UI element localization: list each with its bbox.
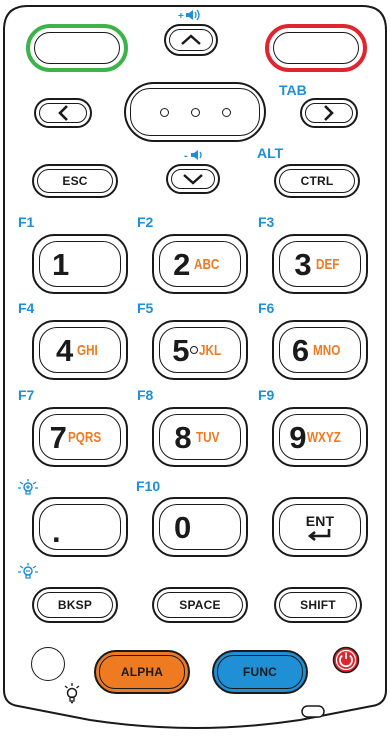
backlight-up-icon	[18, 479, 38, 495]
f5-label: F5	[137, 300, 154, 316]
f3-label: F3	[258, 214, 275, 230]
tab-label: TAB	[279, 82, 307, 98]
esc-label: ESC	[62, 174, 88, 188]
power-button[interactable]	[332, 646, 360, 674]
key-6-letters: MNO	[313, 341, 341, 359]
key-9-digit: 9	[289, 419, 307, 455]
shift-label: SHIFT	[300, 598, 336, 612]
key-1[interactable]: 1	[32, 234, 128, 294]
key-7-letters: PQRS	[67, 428, 102, 446]
lightbulb-icon	[64, 683, 80, 704]
chevron-left-icon	[58, 105, 68, 121]
key-4-letters: GHI	[77, 341, 99, 359]
esc-button[interactable]: ESC	[32, 164, 118, 198]
key-5[interactable]: 5 JKL	[152, 320, 248, 380]
ctrl-label: CTRL	[300, 174, 334, 188]
f4-label: F4	[18, 300, 35, 316]
space-label: SPACE	[179, 598, 221, 612]
func-label: FUNC	[242, 665, 278, 679]
keypad: + TAB ESC - ALT CTRL F1 F2 F3 F4 F5 F6 F…	[0, 0, 390, 740]
chevron-right-icon	[324, 105, 334, 121]
backspace-button[interactable]: BKSP	[32, 587, 118, 623]
key-6-digit: 6	[291, 332, 310, 368]
enter-label: ENT	[305, 513, 335, 529]
key-3-letters: DEF	[315, 255, 340, 273]
f8-label: F8	[137, 387, 154, 403]
bksp-label: BKSP	[57, 598, 93, 612]
right-scan-button[interactable]	[265, 24, 367, 72]
func-button[interactable]: FUNC	[212, 650, 308, 694]
key-8[interactable]: 8 TUV	[152, 407, 248, 467]
right-arrow-button[interactable]	[300, 98, 358, 128]
volume-down-button[interactable]	[166, 164, 220, 194]
ctrl-button[interactable]: CTRL	[274, 164, 360, 198]
alt-label: ALT	[257, 145, 284, 161]
key-5-bump-icon	[190, 346, 199, 354]
alpha-button[interactable]: ALPHA	[94, 650, 190, 694]
speaker-plus-icon: +	[178, 9, 200, 22]
indicator-slot	[301, 705, 325, 718]
key-6[interactable]: 6 MNO	[272, 320, 368, 380]
key-3-digit: 3	[294, 246, 312, 282]
f7-label: F7	[18, 387, 35, 403]
key-7[interactable]: 7 PQRS	[32, 407, 128, 467]
key-9-letters: WXYZ	[307, 428, 342, 446]
key-0[interactable]: 0	[152, 497, 248, 557]
key-2[interactable]: 2 ABC	[152, 234, 248, 294]
chevron-down-icon	[183, 174, 203, 185]
alpha-label: ALPHA	[120, 665, 164, 679]
key-dot-label: .	[52, 514, 61, 549]
center-scan-button[interactable]	[124, 82, 266, 142]
key-5-digit: 5	[172, 332, 190, 368]
left-arrow-button[interactable]	[34, 98, 92, 128]
key-2-digit: 2	[173, 246, 191, 282]
key-8-digit: 8	[174, 419, 192, 455]
space-button[interactable]: SPACE	[152, 587, 248, 623]
f10-label: F10	[136, 478, 161, 494]
left-scan-button[interactable]	[26, 24, 128, 72]
chevron-up-icon	[181, 34, 201, 45]
backlight-down-icon	[18, 563, 38, 579]
key-7-digit: 7	[49, 419, 67, 455]
volume-up-button[interactable]	[164, 24, 218, 56]
key-9[interactable]: 9 WXYZ	[272, 407, 368, 467]
backlight-button[interactable]	[31, 647, 65, 681]
key-4-digit: 4	[56, 332, 74, 368]
speaker-minus-icon: -	[184, 150, 202, 162]
key-5-letters: JKL	[199, 341, 222, 359]
shift-button[interactable]: SHIFT	[274, 587, 362, 623]
svg-text:+: +	[178, 11, 184, 22]
enter-button[interactable]: ENT	[272, 497, 368, 557]
key-dot[interactable]: .	[32, 497, 128, 557]
key-0-digit: 0	[174, 509, 192, 545]
f6-label: F6	[258, 300, 275, 316]
f1-label: F1	[18, 214, 35, 230]
f9-label: F9	[258, 387, 275, 403]
key-2-letters: ABC	[194, 255, 220, 273]
key-3[interactable]: 3 DEF	[272, 234, 368, 294]
center-dots-icon	[159, 107, 231, 117]
svg-text:-: -	[184, 150, 188, 162]
key-1-digit: 1	[52, 246, 70, 282]
f2-label: F2	[137, 214, 154, 230]
enter-arrow-icon	[307, 529, 331, 541]
key-4[interactable]: 4 GHI	[32, 320, 128, 380]
key-8-letters: TUV	[195, 428, 220, 446]
